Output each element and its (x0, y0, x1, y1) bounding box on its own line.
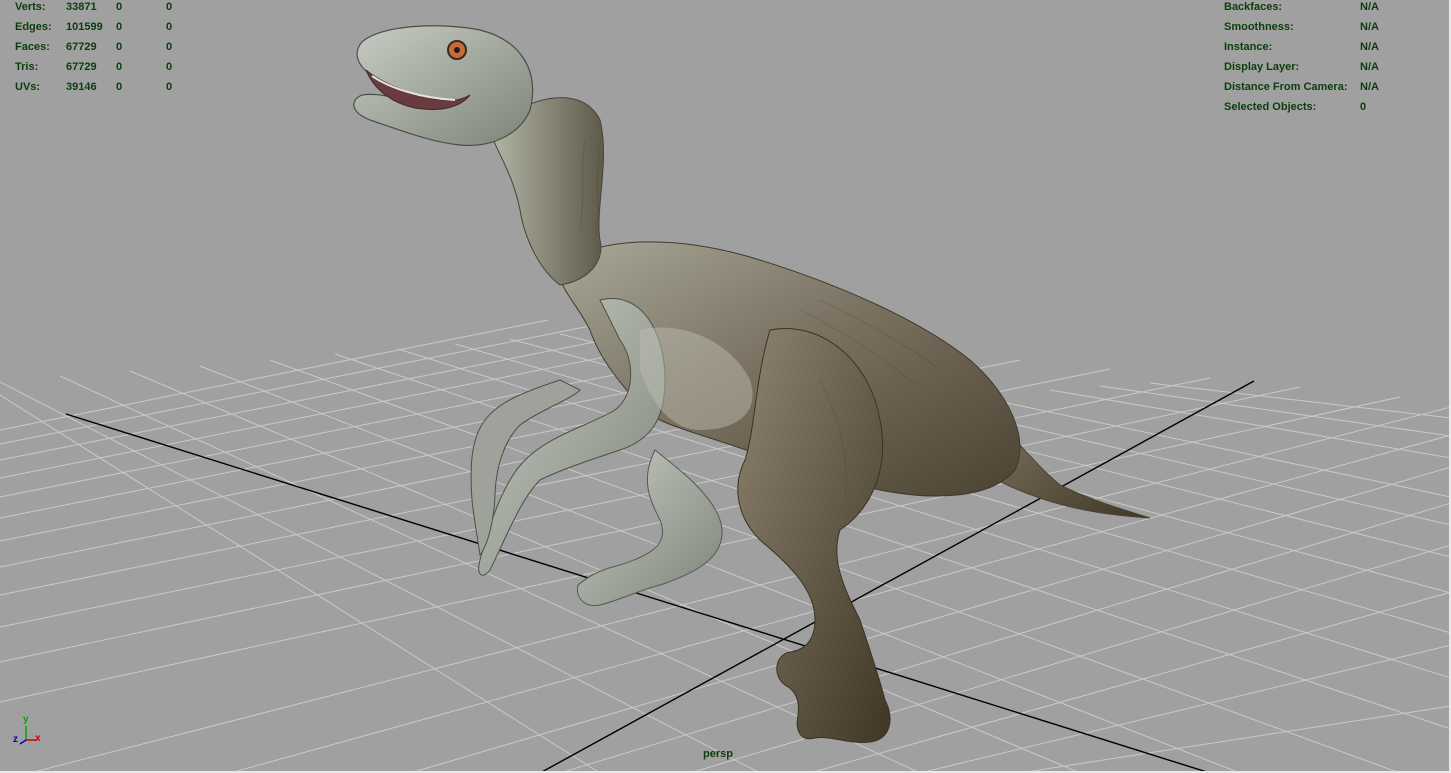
hud-value: N/A (1360, 21, 1379, 33)
raptor-far-leg (576, 449, 723, 607)
hud-value: N/A (1360, 41, 1379, 53)
object-details-hud: Backfaces: N/A Smoothness: N/A Instance:… (0, 0, 1449, 117)
hud-value: N/A (1360, 81, 1379, 93)
camera-name-label: persp (703, 748, 733, 760)
hud-row-display-layer: Display Layer: N/A (0, 57, 1449, 77)
hud-row-smoothness: Smoothness: N/A (0, 17, 1449, 37)
raptor-near-leg (737, 328, 891, 744)
hud-row-instance: Instance: N/A (0, 37, 1449, 57)
hud-label: Instance: (1224, 41, 1273, 53)
hud-value: N/A (1360, 1, 1379, 13)
axis-gizmo: y z x (10, 712, 50, 752)
hud-value: 0 (1360, 101, 1367, 113)
hud-label: Selected Objects: (1224, 101, 1317, 113)
hud-label: Smoothness: (1224, 21, 1294, 33)
gizmo-y-label: y (23, 714, 29, 725)
hud-label: Distance From Camera: (1224, 81, 1348, 93)
gizmo-x-label: x (35, 733, 41, 744)
3d-viewport[interactable]: Verts: 33871 0 0 Edges: 101599 0 0 Faces… (0, 0, 1451, 773)
hud-label: Backfaces: (1224, 1, 1283, 13)
hud-row-distance-from-camera: Distance From Camera: N/A (0, 77, 1449, 97)
gizmo-z-label: z (13, 734, 18, 745)
hud-label: Display Layer: (1224, 61, 1300, 73)
hud-row-backfaces: Backfaces: N/A (0, 0, 1449, 17)
hud-row-selected-objects: Selected Objects: 0 (0, 97, 1449, 117)
hud-value: N/A (1360, 61, 1379, 73)
